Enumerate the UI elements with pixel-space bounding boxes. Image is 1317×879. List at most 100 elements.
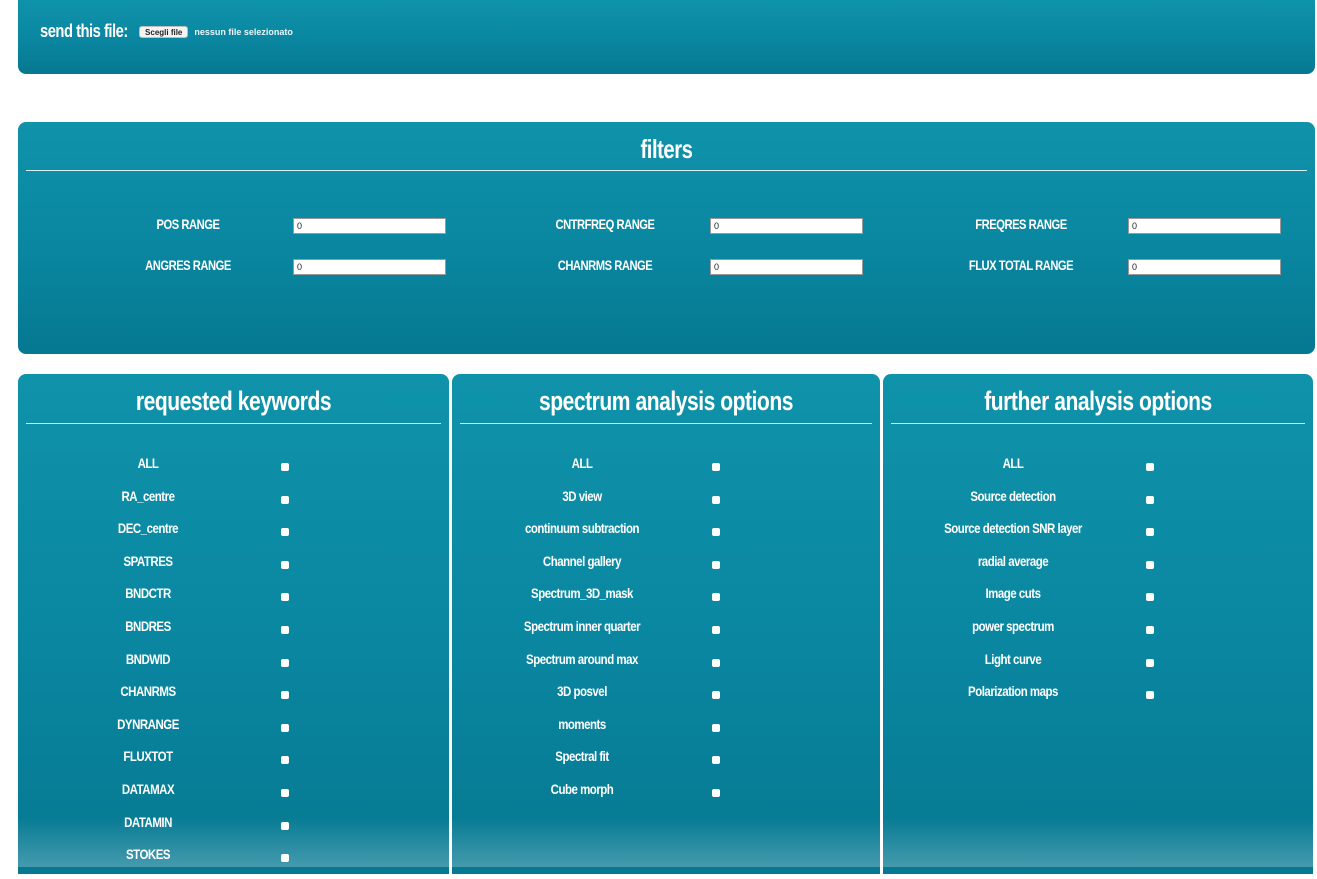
choose-file-button[interactable]: Scegli file (139, 25, 189, 38)
keyword-option-label: DATAMAX (121, 780, 175, 797)
keyword-option-label: BNDCTR (125, 585, 171, 602)
keyword-option-label: SPATRES (123, 552, 173, 569)
keyword-option-checkbox[interactable] (281, 463, 289, 471)
spectrum-option-checkbox[interactable] (712, 560, 720, 569)
spectrum-option-checkbox[interactable] (712, 756, 720, 765)
further-analysis-title: further analysis options (984, 386, 1212, 416)
further-option-row: radial average (883, 553, 1313, 586)
keyword-option-checkbox[interactable] (281, 625, 289, 634)
filters-title: filters (640, 134, 693, 164)
spectrum-option-label: 3D view (562, 487, 602, 504)
spectrum-option-checkbox[interactable] (712, 691, 720, 700)
spectrum-option-label: ALL (571, 455, 593, 471)
further-option-label: Source detection SNR layer (944, 520, 1082, 537)
keyword-option-label: RA_centre (121, 487, 175, 504)
further-option-checkbox[interactable] (1146, 528, 1154, 537)
keyword-option-row: ALL (18, 455, 449, 488)
spectrum-option-checkbox[interactable] (712, 723, 720, 732)
spectrum-option-checkbox[interactable] (712, 658, 720, 667)
keyword-option-checkbox[interactable] (281, 854, 289, 863)
angres-range-input[interactable] (293, 259, 446, 275)
spectrum-option-label: Spectrum around max (526, 650, 638, 667)
spectrum-option-label: 3D posvel (557, 683, 607, 700)
keyword-option-row: FLUXTOT (18, 748, 449, 781)
further-option-row: Light curve (883, 651, 1313, 684)
further-option-checkbox[interactable] (1146, 495, 1154, 504)
keyword-option-label: DATAMIN (124, 813, 172, 830)
spectrum-option-row: 3D posvel (452, 683, 880, 716)
spectrum-option-label: Spectrum_3D_mask (531, 585, 633, 602)
keyword-option-checkbox[interactable] (281, 495, 289, 504)
spectrum-option-row: 3D view (452, 488, 880, 521)
spectrum-option-row: ALL (452, 455, 880, 488)
keyword-option-checkbox[interactable] (281, 528, 289, 537)
keyword-option-checkbox[interactable] (281, 723, 289, 732)
upload-row: send this file: Scegli file nessun file … (40, 21, 293, 42)
upload-panel: send this file: Scegli file nessun file … (18, 0, 1315, 74)
keyword-option-checkbox[interactable] (281, 593, 289, 602)
keyword-option-row: DYNRANGE (18, 716, 449, 749)
further-option-checkbox[interactable] (1146, 593, 1154, 602)
spectrum-option-row: Spectrum inner quarter (452, 618, 880, 651)
keyword-option-label: BNDWID (125, 650, 171, 667)
keyword-option-row: SPATRES (18, 553, 449, 586)
further-option-row: Image cuts (883, 585, 1313, 618)
further-option-checkbox[interactable] (1146, 658, 1154, 667)
spectrum-option-checkbox[interactable] (712, 788, 720, 797)
spectrum-option-label: Channel gallery (542, 552, 622, 569)
further-option-row: Source detection SNR layer (883, 520, 1313, 553)
angres-range-label: ANGRES RANGE (145, 257, 231, 273)
keyword-option-checkbox[interactable] (281, 821, 289, 830)
further-option-label: Source detection (970, 487, 1056, 504)
further-option-checkbox[interactable] (1146, 691, 1154, 700)
chanrms-range-label: CHANRMS RANGE (557, 257, 653, 273)
requested-keywords-panel: requested keywords ALL RA_centre DEC_centr… (18, 374, 449, 874)
spectrum-option-label: Spectrum inner quarter (523, 617, 641, 634)
keyword-option-row: BNDCTR (18, 585, 449, 618)
spectrum-option-checkbox[interactable] (712, 495, 720, 504)
spectrum-option-row: Spectral fit (452, 748, 880, 781)
spectrum-option-checkbox[interactable] (712, 528, 720, 537)
cntrfreq-range-label: CNTRFREQ RANGE (555, 216, 655, 232)
keyword-option-label: DEC_centre (117, 520, 179, 537)
spectrum-option-checkbox[interactable] (712, 463, 720, 471)
spectrum-option-label: continuum subtraction (524, 520, 640, 537)
flux-total-range-label: FLUX TOTAL RANGE (968, 257, 1074, 273)
freqres-range-label: FREQRES RANGE (975, 216, 1067, 232)
chanrms-range-input[interactable] (710, 259, 863, 275)
keyword-option-row: DATAMAX (18, 781, 449, 814)
further-option-label: Image cuts (985, 585, 1041, 602)
further-analysis-divider (891, 423, 1305, 424)
spectrum-option-checkbox[interactable] (712, 625, 720, 634)
keyword-option-row: DATAMIN (18, 814, 449, 847)
keyword-option-label: ALL (137, 455, 159, 471)
spectrum-option-checkbox[interactable] (712, 593, 720, 602)
keyword-option-checkbox[interactable] (281, 788, 289, 797)
cntrfreq-range-input[interactable] (710, 218, 863, 234)
keyword-option-row: BNDWID (18, 651, 449, 684)
keyword-option-checkbox[interactable] (281, 756, 289, 765)
requested-keywords-title: requested keywords (135, 386, 332, 416)
keyword-option-row: CHANRMS (18, 683, 449, 716)
keyword-option-row: STOKES (18, 846, 449, 879)
further-option-row: Source detection (883, 488, 1313, 521)
flux-total-range-input[interactable] (1128, 259, 1281, 275)
spectrum-option-row: Spectrum_3D_mask (452, 585, 880, 618)
pos-range-label: POS RANGE (156, 216, 220, 232)
keyword-option-label: FLUXTOT (123, 748, 173, 765)
pos-range-input[interactable] (293, 218, 446, 234)
freqres-range-input[interactable] (1128, 218, 1281, 234)
further-option-checkbox[interactable] (1146, 625, 1154, 634)
keyword-option-checkbox[interactable] (281, 560, 289, 569)
further-option-row: Polarization maps (883, 683, 1313, 716)
further-option-checkbox[interactable] (1146, 560, 1154, 569)
further-option-checkbox[interactable] (1146, 463, 1154, 471)
further-option-label: Polarization maps (968, 683, 1058, 700)
keyword-option-label: STOKES (125, 846, 171, 863)
spectrum-option-row: Channel gallery (452, 553, 880, 586)
further-option-list: ALL Source detection Source detection SNR … (883, 455, 1313, 716)
spectrum-analysis-title: spectrum analysis options (539, 386, 793, 416)
keyword-option-checkbox[interactable] (281, 691, 289, 700)
keyword-option-checkbox[interactable] (281, 658, 289, 667)
keyword-option-row: RA_centre (18, 488, 449, 521)
